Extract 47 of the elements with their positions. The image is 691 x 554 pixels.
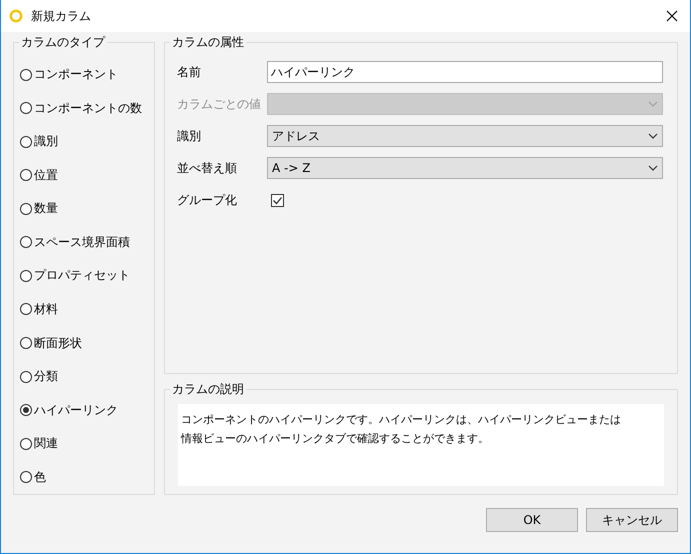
radio-option[interactable]: コンポーネント: [20, 58, 148, 92]
checkbox[interactable]: [271, 194, 284, 206]
radio-circle[interactable]: [20, 303, 32, 316]
app-icon: [9, 9, 23, 23]
radio-option[interactable]: 分類: [20, 360, 148, 394]
radio-option[interactable]: プロパティセット: [20, 259, 148, 293]
chevron-icon: [648, 165, 658, 171]
radio-option[interactable]: 識別: [20, 125, 148, 159]
radio-circle[interactable]: [20, 438, 32, 450]
field-label: 並べ替え順: [177, 160, 238, 176]
radio-circle[interactable]: [20, 102, 32, 114]
radio-circle[interactable]: [20, 404, 32, 416]
radio-option[interactable]: ハイパーリンク: [20, 393, 148, 427]
name-field[interactable]: ハイパーリンク: [267, 61, 663, 83]
radio-circle[interactable]: [20, 236, 32, 248]
radio-option[interactable]: 位置: [20, 158, 148, 192]
dropdown[interactable]: A -> Z: [267, 157, 663, 179]
close-icon: [666, 10, 678, 22]
chevron-icon: [648, 133, 658, 139]
radio-option[interactable]: スペース境界面積: [20, 226, 148, 260]
radio-circle[interactable]: [20, 337, 32, 350]
field-label: 識別: [177, 128, 202, 144]
radio-option[interactable]: 色: [20, 460, 148, 494]
radio-option[interactable]: 数量: [20, 192, 148, 226]
radio-option[interactable]: 断面形状: [20, 326, 148, 360]
radio-circle[interactable]: [20, 270, 32, 282]
field-label: カラムごとの値: [177, 96, 262, 112]
window-title: 新規カラム: [31, 8, 92, 24]
chevron-icon: [648, 101, 658, 107]
radio-circle[interactable]: [20, 169, 32, 182]
radio-circle[interactable]: [20, 471, 32, 484]
group-title: カラムの属性: [170, 34, 246, 50]
dropdown[interactable]: アドレス: [267, 125, 663, 147]
radio-option[interactable]: 材料: [20, 292, 148, 326]
radio-circle[interactable]: [20, 68, 32, 81]
radio-circle[interactable]: [20, 370, 32, 383]
radio-option[interactable]: 関連: [20, 426, 148, 460]
description-text: コンポーネントのハイパーリンクです。ハイパーリンクは、ハイパーリンクビューまたは情報ビューのハイパーリンクタブで確認することができます。: [178, 404, 664, 486]
field-label: グループ化: [177, 192, 238, 208]
group-title: カラムのタイプ: [19, 34, 107, 50]
radio-option[interactable]: コンポーネントの数: [20, 92, 148, 126]
field-label: 名前: [177, 64, 202, 80]
radio-circle[interactable]: [20, 136, 32, 148]
group-title: カラムの説明: [170, 381, 246, 397]
ok-button[interactable]: OK: [486, 508, 578, 532]
cancel-button[interactable]: キャンセル: [586, 508, 678, 532]
radio-circle[interactable]: [20, 202, 32, 215]
